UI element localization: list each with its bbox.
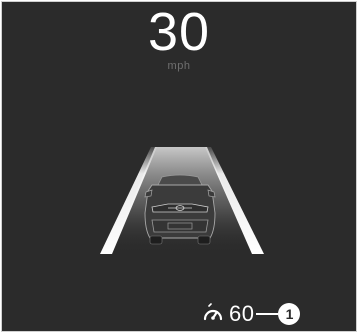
cruise-control-speedometer-icon [203, 303, 223, 321]
driving-scene [100, 147, 264, 254]
cruise-set-speed: 60 1 [202, 301, 301, 326]
instrument-display: 30 mph 60 1 [1, 1, 357, 332]
callout-badge: 1 [278, 303, 301, 325]
callout-leader-line [256, 313, 279, 315]
set-speed-value: 60 [229, 301, 255, 326]
vehicle-ahead-icon [144, 174, 216, 245]
